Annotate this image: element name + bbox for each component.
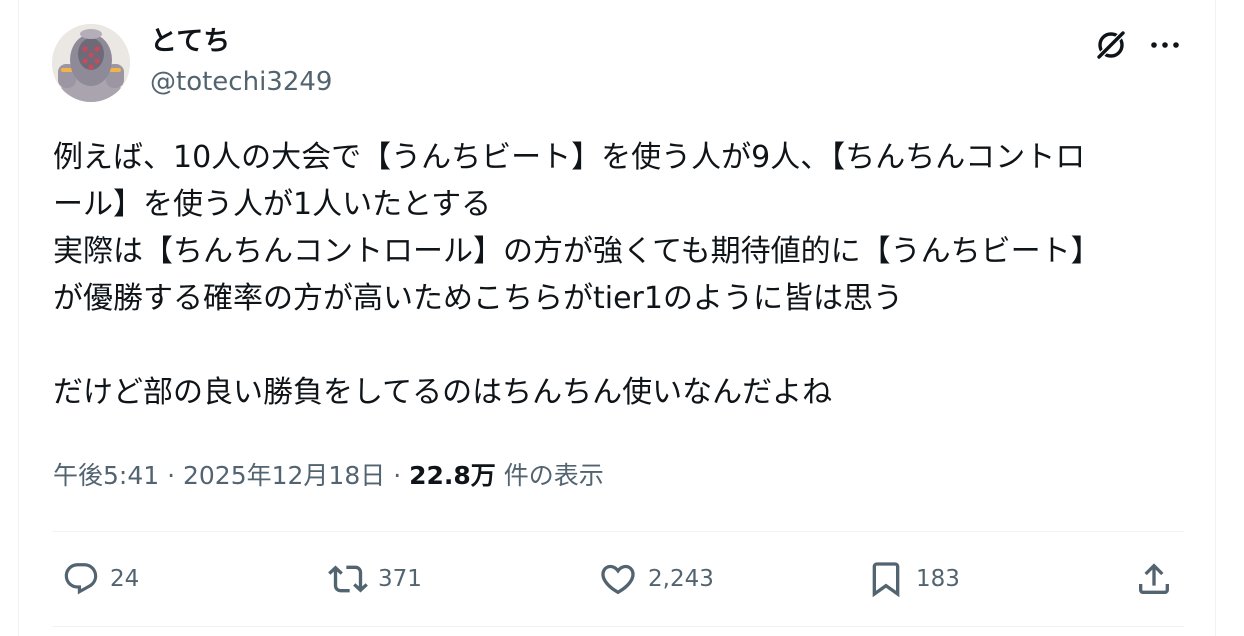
display-name[interactable]: とてち — [150, 26, 230, 58]
avatar-image — [52, 24, 130, 102]
reply-count: 24 — [110, 566, 140, 592]
share-button[interactable] — [1134, 556, 1174, 602]
tweet-date[interactable]: 2025年12月18日 — [183, 461, 385, 490]
reply-icon — [64, 563, 98, 595]
bookmark-count: 183 — [916, 566, 960, 592]
meta-separator: · — [393, 461, 402, 490]
share-icon — [1139, 563, 1169, 594]
divider — [52, 531, 1184, 532]
tweet-text: 例えば、10人の大会で【うんちビート】を使う人が9人、【ちんちんコントロ ール】… — [53, 134, 1193, 416]
tweet-line: 実際は【ちんちんコントロール】の方が強くても期待値的に【うんちビート】 — [53, 234, 1101, 269]
like-icon — [601, 564, 635, 595]
like-button[interactable]: 2,243 — [598, 556, 714, 602]
like-count: 2,243 — [648, 566, 714, 592]
views-count[interactable]: 22.8万 — [409, 461, 496, 490]
repost-count: 371 — [378, 566, 422, 592]
tweet-line: 例えば、10人の大会で【うんちビート】を使う人が9人、【ちんちんコントロ — [53, 140, 1086, 175]
views-label: 件の表示 — [503, 461, 604, 490]
user-handle[interactable]: @totechi3249 — [150, 66, 332, 98]
tweet-line: だけど部の良い勝負をしてるのはちんちん使いなんだよね — [53, 375, 833, 410]
grok-icon — [1095, 29, 1127, 61]
divider — [52, 626, 1184, 627]
repost-icon — [328, 565, 368, 593]
avatar[interactable] — [52, 24, 130, 102]
bookmark-button[interactable]: 183 — [866, 556, 960, 602]
tweet-meta: 午後5:41 · 2025年12月18日 · 22.8万 件の表示 — [53, 458, 604, 494]
more-button[interactable] — [1142, 22, 1188, 68]
reply-button[interactable]: 24 — [62, 556, 139, 602]
tweet-time[interactable]: 午後5:41 — [53, 461, 159, 490]
tweet-line: が優勝する確率の方が高いためこちらがtier1のように皆は思う — [53, 281, 903, 316]
bookmark-icon — [872, 562, 900, 598]
repost-button[interactable]: 371 — [328, 556, 422, 602]
meta-separator: · — [167, 461, 176, 490]
more-icon — [1151, 42, 1179, 48]
grok-button[interactable] — [1088, 22, 1134, 68]
tweet-line: ール】を使う人が1人いたとする — [53, 187, 492, 222]
